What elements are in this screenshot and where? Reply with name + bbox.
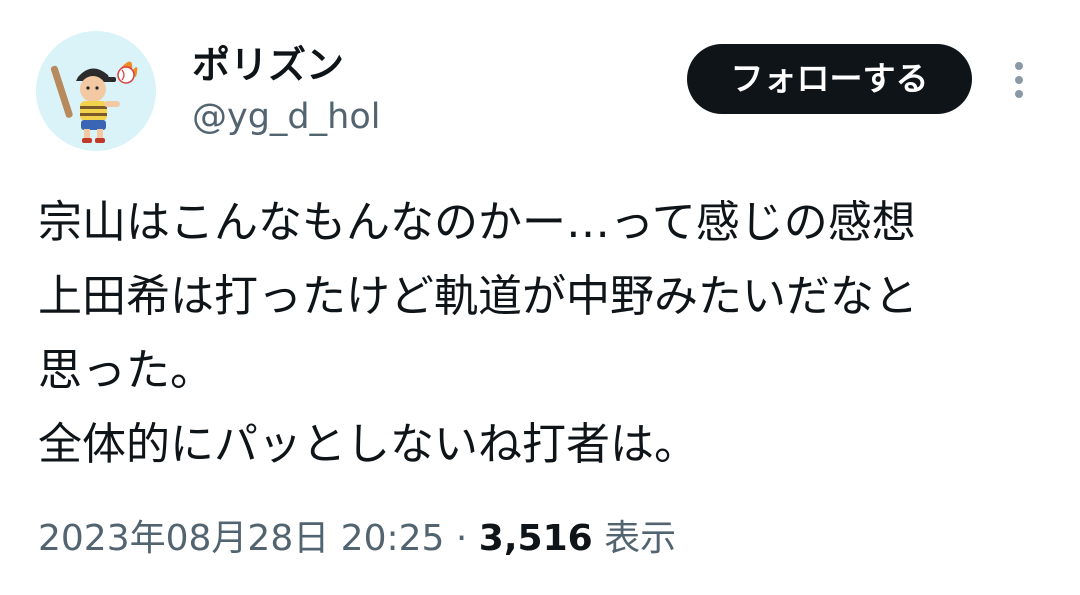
tweet-line: 思った。 [38, 345, 214, 396]
views-label: 表示 [604, 518, 677, 559]
views-count: 3,516 [478, 518, 593, 559]
tweet-meta: 2023年08月28日 20:25 · 3,516 表示 [38, 513, 676, 565]
display-name[interactable]: ポリズン [192, 40, 344, 90]
more-options-button[interactable] [1004, 58, 1034, 102]
tweet-line: 宗山はこんなもんなのかー…って感じの感想 [38, 197, 916, 248]
tweet-line: 全体的にパッとしないね打者は。 [38, 419, 698, 470]
avatar[interactable] [36, 31, 156, 151]
tweet-line: 上田希は打ったけど軌道が中野みたいだなと [38, 271, 918, 322]
baseball-player-avatar-icon [50, 61, 138, 143]
tweet-text: 宗山はこんなもんなのかー…って感じの感想 上田希は打ったけど軌道が中野みたいだな… [38, 186, 1048, 482]
follow-button[interactable]: フォローする [687, 44, 972, 114]
user-handle[interactable]: @yg_d_hol [192, 94, 380, 140]
more-vertical-icon [1015, 62, 1023, 98]
timestamp[interactable]: 2023年08月28日 20:25 [38, 518, 444, 559]
meta-separator: · [455, 518, 468, 559]
